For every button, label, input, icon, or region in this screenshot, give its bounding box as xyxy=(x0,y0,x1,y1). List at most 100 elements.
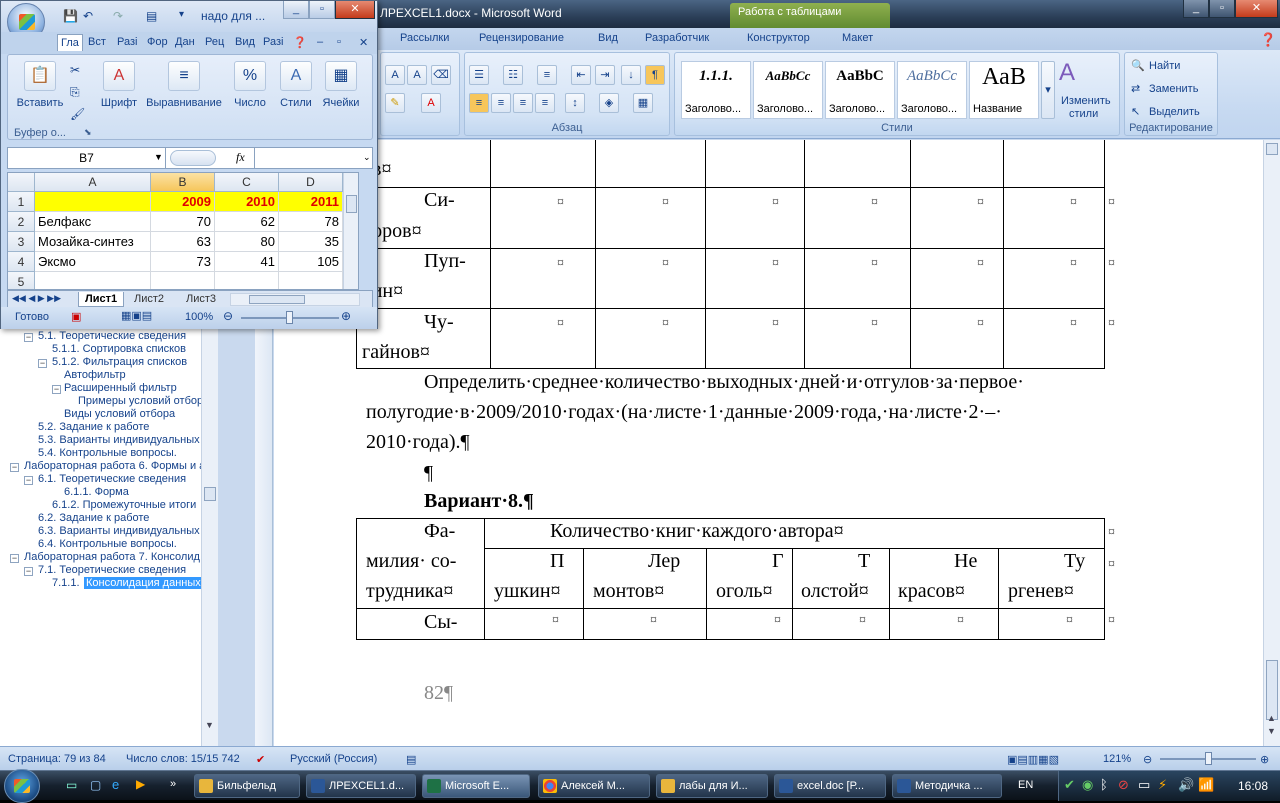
nav-item[interactable]: 5.4. Контрольные вопросы. xyxy=(38,447,177,459)
input-language[interactable]: EN xyxy=(1018,779,1033,791)
ruler-toggle-icon[interactable] xyxy=(1266,143,1278,155)
dialog-launcher-icon[interactable]: ⬊ xyxy=(84,127,92,138)
change-styles-icon[interactable]: A xyxy=(1059,59,1075,87)
expand-icon[interactable]: − xyxy=(52,385,61,394)
tab-home[interactable]: Гла xyxy=(57,34,83,51)
nav-item[interactable]: Расширенный фильтр xyxy=(64,382,177,394)
select-icon[interactable]: ↖ xyxy=(1131,105,1140,118)
vertical-scrollbar[interactable]: ▲ ▼ xyxy=(1263,140,1280,746)
tab-developer[interactable]: Разработчик xyxy=(645,32,709,44)
tray-icon-network[interactable]: ⊘ xyxy=(1118,777,1129,793)
expand-icon[interactable]: − xyxy=(10,463,19,472)
styles-button[interactable]: A Стили xyxy=(274,57,318,135)
quicklaunch-desktop-icon[interactable]: ▭ xyxy=(66,778,77,792)
redo-icon[interactable]: ↷ xyxy=(113,9,123,23)
style-heading-2[interactable]: AaBbCc Заголово... xyxy=(753,61,823,119)
tray-icon-check[interactable]: ✔ xyxy=(1064,777,1075,793)
nav-item[interactable]: Автофильтр xyxy=(64,369,126,381)
nav-item[interactable]: Примеры условий отбор xyxy=(78,395,203,407)
style-title[interactable]: АаВ Название xyxy=(969,61,1039,119)
align-center-icon[interactable]: ≡ xyxy=(491,93,511,113)
cell[interactable]: 63 xyxy=(151,232,215,252)
justify-icon[interactable]: ≡ xyxy=(535,93,555,113)
format-painter-icon[interactable]: 🖌 xyxy=(70,107,85,121)
excel-zoom-thumb[interactable] xyxy=(286,311,293,324)
hscroll-thumb[interactable] xyxy=(249,295,305,304)
prev-page-icon[interactable]: ▲ xyxy=(1267,713,1276,723)
alignment-button[interactable]: ≡ Выравнивание xyxy=(144,57,224,135)
tray-icon-monitor[interactable]: ▭ xyxy=(1138,777,1150,793)
grid-scroll-thumb[interactable] xyxy=(346,195,357,213)
column-header[interactable]: B xyxy=(151,173,215,192)
expand-icon[interactable]: − xyxy=(24,567,33,576)
tab-review[interactable]: Рецензирование xyxy=(479,32,564,44)
taskbar-item-active[interactable]: Microsoft E... xyxy=(422,774,530,798)
cell[interactable] xyxy=(215,272,279,289)
highlight-icon[interactable]: ✎ xyxy=(385,93,405,113)
nav-item[interactable]: Лабораторная работа 7. Консолид xyxy=(24,551,200,563)
ribbon-restore-icon[interactable]: ▫ xyxy=(337,36,341,48)
macro-icon[interactable]: ▤ xyxy=(406,753,416,766)
word-count[interactable]: Число слов: 15/15 742 xyxy=(126,753,240,765)
multilevel-icon[interactable]: ≡ xyxy=(537,65,557,85)
quicklaunch-more-icon[interactable]: » xyxy=(170,778,176,790)
taskbar-item[interactable]: лабы для И... xyxy=(656,774,768,798)
sheet-tab-2[interactable]: Лист2 xyxy=(134,293,164,305)
taskbar-item[interactable]: Бильфельд xyxy=(194,774,300,798)
column-header[interactable]: C xyxy=(215,173,279,192)
zoom-level[interactable]: 121% xyxy=(1103,753,1131,765)
tab-view[interactable]: Вид xyxy=(235,36,255,48)
font-button[interactable]: A Шрифт xyxy=(96,57,142,135)
excel-minimize-button[interactable]: _ xyxy=(283,1,309,19)
increase-indent-icon[interactable]: ⇥ xyxy=(595,65,615,85)
clear-format-icon[interactable]: ⌫ xyxy=(431,65,451,85)
decrease-indent-icon[interactable]: ⇤ xyxy=(571,65,591,85)
change-styles-label-2[interactable]: стили xyxy=(1069,108,1098,120)
quicklaunch-ie-icon[interactable]: e xyxy=(112,777,119,792)
nav-item[interactable]: 6.4. Контрольные вопросы. xyxy=(38,538,177,550)
row-header[interactable]: 4 xyxy=(8,252,35,272)
cell[interactable]: Эксмо xyxy=(35,252,151,272)
sheet-tab-1[interactable]: Лист1 xyxy=(78,292,125,307)
expand-icon[interactable]: − xyxy=(10,554,19,563)
find-icon[interactable]: 🔍 xyxy=(1131,59,1145,72)
style-heading-4[interactable]: AaBbCc Заголово... xyxy=(897,61,967,119)
nav-item[interactable]: Виды условий отбора xyxy=(64,408,175,420)
minimize-button[interactable]: _ xyxy=(1183,0,1209,18)
excel-view-buttons[interactable]: ▦▣▤ xyxy=(121,309,152,322)
excel-maximize-button[interactable]: ▫ xyxy=(309,1,335,19)
cell[interactable] xyxy=(151,272,215,289)
tab-mailings[interactable]: Рассылки xyxy=(400,32,449,44)
cell[interactable] xyxy=(35,192,151,212)
tab-data[interactable]: Дан xyxy=(175,36,195,48)
nav-item[interactable]: Лабораторная работа 6. Формы и а xyxy=(24,460,205,472)
taskbar-item[interactable]: excel.doc [Р... xyxy=(774,774,886,798)
formula-input[interactable] xyxy=(256,148,360,168)
cell[interactable]: 73 xyxy=(151,252,215,272)
excel-zoom-level[interactable]: 100% xyxy=(185,311,213,323)
ribbon-minimize-icon[interactable]: – xyxy=(317,36,323,48)
paste-button[interactable]: 📋 Вставить xyxy=(12,57,68,135)
tray-icon-antivirus[interactable]: ◉ xyxy=(1082,777,1093,793)
cell[interactable]: Мозайка-синтез xyxy=(35,232,151,252)
tray-icon-bluetooth[interactable]: ᛒ xyxy=(1100,777,1108,792)
expand-icon[interactable]: − xyxy=(24,333,33,342)
taskbar-item[interactable]: Методичка ... xyxy=(892,774,1002,798)
nav-item[interactable]: 5.2. Задание к работе xyxy=(38,421,149,433)
nav-item[interactable]: 5.1. Теоретические сведения xyxy=(38,330,186,342)
tab-layout[interactable]: Макет xyxy=(842,32,873,44)
zoom-slider-thumb[interactable] xyxy=(1205,752,1212,765)
row-header[interactable]: 2 xyxy=(8,212,35,232)
cell[interactable] xyxy=(35,272,151,289)
tab-insert[interactable]: Вст xyxy=(88,36,106,48)
show-marks-icon[interactable]: ¶ xyxy=(645,65,665,85)
cell[interactable]: 35 xyxy=(279,232,343,252)
line-spacing-icon[interactable]: ↕ xyxy=(565,93,585,113)
nav-item[interactable]: 6.1. Теоретические сведения xyxy=(38,473,186,485)
spellcheck-icon[interactable]: ✔ xyxy=(256,753,265,766)
numbering-icon[interactable]: ☷ xyxy=(503,65,523,85)
cell[interactable]: 2010 xyxy=(215,192,279,212)
row-header[interactable]: 1 xyxy=(8,192,35,212)
cell[interactable]: 2011 xyxy=(279,192,343,212)
align-right-icon[interactable]: ≡ xyxy=(513,93,533,113)
